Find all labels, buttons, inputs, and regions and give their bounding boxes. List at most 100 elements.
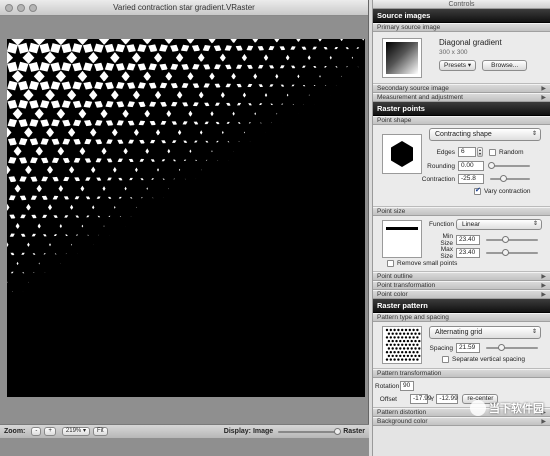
pattern-dot bbox=[408, 358, 411, 361]
pattern-dot bbox=[389, 343, 392, 346]
source-image-size: 300 x 300 bbox=[439, 49, 468, 56]
edges-stepper[interactable]: ▴ ▾ bbox=[477, 147, 483, 157]
presets-button[interactable]: Presets ▾ bbox=[439, 60, 477, 71]
disclosure-icon: ▶ bbox=[541, 274, 546, 280]
point-color-label: Point color bbox=[377, 291, 408, 298]
pattern-dot bbox=[385, 358, 389, 361]
pattern-dot bbox=[401, 358, 404, 361]
pattern-distortion-label: Pattern distortion bbox=[377, 409, 427, 416]
contraction-slider[interactable] bbox=[490, 175, 530, 182]
display-slider-knob[interactable] bbox=[334, 427, 342, 435]
random-label: Random bbox=[499, 148, 524, 156]
function-value: Linear bbox=[462, 221, 481, 228]
primary-source-section: Diagonal gradient 300 x 300 Presets ▾ Br… bbox=[373, 32, 550, 84]
offset-y-field[interactable]: -12.99 bbox=[436, 394, 459, 404]
point-color-subheader[interactable]: Point color ▶ bbox=[373, 290, 550, 299]
max-size-slider-knob[interactable] bbox=[502, 249, 509, 256]
pattern-dot bbox=[391, 332, 394, 335]
point-outline-subheader[interactable]: Point outline ▶ bbox=[373, 272, 550, 281]
raster-pattern-header[interactable]: Raster pattern bbox=[373, 299, 550, 313]
pattern-dot bbox=[410, 339, 413, 343]
primary-source-subheader[interactable]: Primary source image bbox=[373, 23, 550, 32]
pattern-dot bbox=[412, 358, 415, 361]
random-checkbox[interactable] bbox=[489, 148, 496, 156]
vary-contraction-checkbox[interactable] bbox=[474, 186, 481, 195]
pattern-dot bbox=[387, 347, 391, 350]
pattern-dot bbox=[399, 347, 402, 350]
disclosure-icon: ▶ bbox=[541, 86, 546, 92]
edges-field[interactable]: 6 bbox=[458, 147, 476, 157]
pattern-preview bbox=[382, 326, 422, 364]
pattern-dot bbox=[402, 339, 406, 343]
rounding-slider-knob[interactable] bbox=[488, 162, 495, 169]
pattern-dot bbox=[397, 343, 400, 346]
pattern-dot bbox=[395, 332, 398, 335]
measurement-label: Measurement and adjustment bbox=[377, 94, 463, 101]
separate-vertical-checkbox[interactable] bbox=[442, 356, 449, 363]
rounding-field[interactable]: 0.00 bbox=[458, 161, 484, 171]
pattern-dot bbox=[402, 354, 406, 358]
measurement-subheader[interactable]: Measurement and adjustment ▶ bbox=[373, 93, 550, 102]
point-transformation-subheader[interactable]: Point transformation ▶ bbox=[373, 281, 550, 290]
window-bottom bbox=[0, 438, 369, 456]
raster-image bbox=[7, 39, 365, 397]
pattern-dot bbox=[404, 358, 408, 361]
pattern-dot bbox=[391, 354, 394, 358]
background-color-subheader[interactable]: Background color ▶ bbox=[373, 417, 550, 426]
pattern-dot bbox=[401, 328, 404, 332]
spacing-label: Spacing bbox=[429, 344, 454, 352]
contraction-slider-knob[interactable] bbox=[500, 175, 507, 182]
controls-panel: Controls Source images Primary source im… bbox=[372, 0, 550, 456]
pattern-dot bbox=[418, 347, 421, 350]
offset-x-field[interactable]: -17.99 bbox=[410, 394, 431, 404]
spacing-field[interactable]: 21.59 bbox=[456, 343, 480, 353]
zoom-window-button[interactable] bbox=[29, 4, 37, 12]
max-size-field[interactable]: 23.40 bbox=[456, 248, 480, 258]
point-shape-subheader[interactable]: Point shape bbox=[373, 116, 550, 125]
min-size-field[interactable]: 23.40 bbox=[456, 235, 480, 245]
pattern-type-subheader[interactable]: Pattern type and spacing bbox=[373, 313, 550, 322]
disclosure-icon: ▶ bbox=[541, 419, 546, 425]
rounding-slider[interactable] bbox=[488, 162, 530, 169]
max-size-slider[interactable] bbox=[486, 249, 538, 256]
rotation-field[interactable]: 90 bbox=[400, 381, 414, 391]
pattern-dot bbox=[418, 332, 421, 335]
remove-small-checkbox[interactable] bbox=[387, 260, 394, 267]
size-function-preview bbox=[382, 220, 422, 258]
min-size-slider[interactable] bbox=[486, 236, 538, 243]
contraction-field[interactable]: -25.8 bbox=[458, 174, 484, 184]
fit-button[interactable]: Fit bbox=[92, 427, 108, 436]
browse-button[interactable]: Browse... bbox=[482, 60, 528, 71]
chevron-down-icon: ▾ bbox=[82, 428, 86, 434]
pattern-dot bbox=[416, 351, 419, 354]
pattern-dot bbox=[402, 347, 406, 350]
remove-small-label: Remove small points bbox=[397, 260, 458, 267]
pattern-transformation-subheader[interactable]: Pattern transformation bbox=[373, 369, 550, 378]
pattern-dot bbox=[401, 343, 404, 346]
function-popup[interactable]: Linear ⇕ bbox=[456, 219, 542, 230]
point-size-subheader[interactable]: Point size bbox=[373, 207, 550, 216]
secondary-source-subheader[interactable]: Secondary source image ▶ bbox=[373, 84, 550, 93]
min-size-slider-knob[interactable] bbox=[502, 236, 509, 243]
zoom-out-button[interactable]: - bbox=[31, 427, 42, 436]
zoom-value-field[interactable]: 219% ▾ bbox=[61, 427, 90, 436]
source-images-header[interactable]: Source images bbox=[373, 9, 550, 23]
window-titlebar[interactable]: Varied contraction star gradient.VRaster bbox=[0, 0, 368, 16]
shape-type-popup[interactable]: Contracting shape ⇕ bbox=[429, 128, 541, 141]
zoom-value: 219% bbox=[65, 428, 82, 434]
zoom-in-button[interactable]: + bbox=[44, 427, 56, 436]
edges-label: Edges bbox=[436, 148, 455, 156]
close-window-button[interactable] bbox=[5, 4, 13, 12]
spacing-slider-knob[interactable] bbox=[498, 344, 505, 351]
source-thumbnail[interactable] bbox=[382, 38, 422, 78]
pattern-dot bbox=[385, 351, 389, 354]
point-size-section: Function Linear ⇕ Min Size 23.40 Max Size… bbox=[373, 216, 550, 272]
spacing-slider[interactable] bbox=[486, 344, 538, 351]
pattern-dot bbox=[393, 351, 396, 354]
raster-points-header[interactable]: Raster points bbox=[373, 102, 550, 116]
display-slider[interactable] bbox=[278, 427, 342, 435]
pattern-type-popup[interactable]: Alternating grid ⇕ bbox=[429, 326, 541, 339]
pattern-dot bbox=[404, 336, 408, 339]
raster-canvas[interactable] bbox=[7, 39, 365, 397]
minimize-window-button[interactable] bbox=[17, 4, 25, 12]
